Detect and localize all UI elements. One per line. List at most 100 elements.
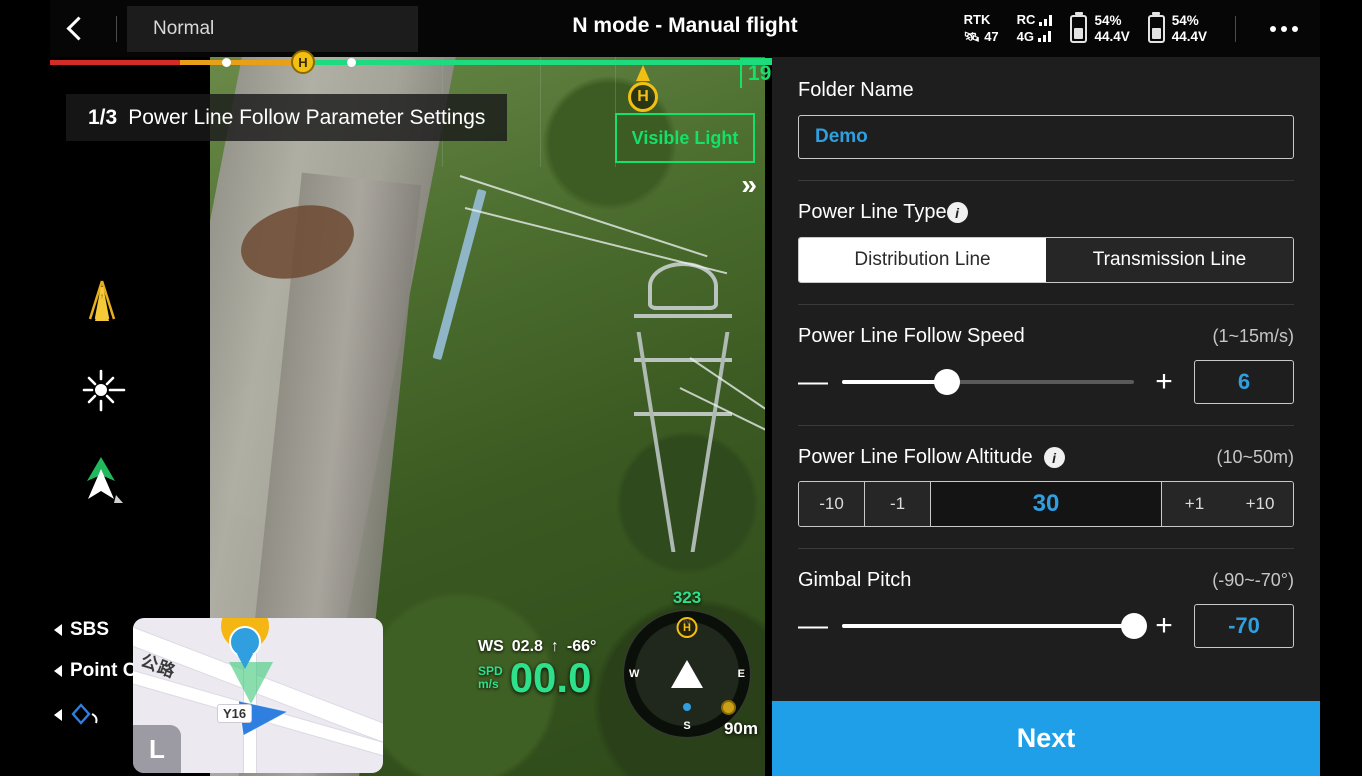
battery-icon	[1070, 14, 1088, 43]
follow-speed-slider[interactable]	[842, 369, 1134, 395]
altitude-plus-1-button[interactable]: +1	[1161, 482, 1227, 526]
segment-transmission-line[interactable]: Transmission Line	[1046, 238, 1293, 282]
battery-2-percent: 54%	[1171, 13, 1199, 29]
power-line-detection-icon[interactable]	[58, 255, 208, 345]
altitude-plus-10-button[interactable]: +10	[1227, 482, 1293, 526]
compass-rose[interactable]: N E S W H 90m	[623, 610, 758, 738]
signal-status[interactable]: RC 4G	[1017, 13, 1053, 43]
utility-pole	[432, 188, 487, 361]
wind-speed-label: WS	[478, 638, 504, 655]
compass-widget[interactable]: 323 N E S W H 90m	[623, 588, 758, 738]
home-point-progress-marker[interactable]: H	[291, 50, 315, 74]
compass-home-marker: H	[676, 617, 698, 638]
back-button[interactable]	[50, 0, 106, 57]
battery-1-voltage: 44.4V	[1094, 28, 1130, 44]
compass-east-label: E	[737, 668, 745, 680]
gimbal-pitch-decrease-button[interactable]: —	[798, 611, 828, 641]
slider-filled-track	[842, 380, 948, 384]
gimbal-pitch-increase-button[interactable]: +	[1150, 611, 1178, 641]
follow-speed-value[interactable]: 6	[1194, 360, 1294, 404]
map-layer-badge[interactable]: L	[133, 725, 181, 773]
progress-waypoint-dot[interactable]	[222, 58, 231, 67]
slider-thumb[interactable]	[1121, 613, 1147, 639]
camera-source-tag: Visible Light	[615, 113, 755, 163]
aircraft-heading-arrow	[671, 660, 703, 688]
satellite-count: 47	[984, 29, 999, 44]
next-button[interactable]: Next	[772, 701, 1320, 776]
section-divider	[798, 304, 1294, 305]
slider-filled-track	[842, 624, 1134, 628]
info-icon[interactable]: i	[1043, 447, 1065, 468]
rc-label: RC	[1016, 12, 1036, 28]
progress-waypoint-dot[interactable]	[347, 58, 356, 67]
follow-speed-range: (1~15m/s)	[1212, 326, 1294, 346]
gimbal-pitch-slider[interactable]	[842, 613, 1147, 639]
follow-speed-increase-button[interactable]: +	[1150, 367, 1178, 397]
more-options-icon[interactable]	[1264, 25, 1304, 32]
right-letterbox-rail	[1320, 0, 1362, 776]
follow-altitude-range: (10~50m)	[1216, 447, 1294, 467]
map-road-label: Y16	[217, 704, 253, 723]
drone-controller-screen: Visible Light H » 19:12 Normal N mode - …	[0, 0, 1362, 776]
speed-unit: m/s	[478, 676, 499, 691]
rtk-label: RTK	[963, 12, 991, 28]
compass-indicator-dot	[683, 703, 691, 711]
network-signal-bars-icon	[1038, 31, 1051, 43]
sbs-label: SBS	[70, 619, 110, 640]
battery-2-status[interactable]: 54% 44.4V	[1147, 13, 1207, 44]
follow-altitude-value[interactable]: 30	[931, 482, 1161, 526]
left-tool-strip	[58, 255, 208, 525]
gimbal-pitch-label: Gimbal Pitch	[798, 569, 912, 591]
slider-thumb[interactable]	[934, 369, 961, 395]
folder-name-value: Demo	[815, 126, 868, 147]
info-icon[interactable]: i	[946, 202, 968, 223]
flight-mode-selector[interactable]: Normal	[127, 5, 418, 52]
follow-speed-decrease-button[interactable]: —	[798, 367, 828, 397]
altitude-minus-10-button[interactable]: -10	[799, 482, 865, 526]
telemetry-overlay: WS 02.8 ↑ -66° SPD m/s 00.0	[478, 638, 596, 701]
wizard-step-banner: 1/3 Power Line Follow Parameter Settings	[66, 94, 508, 141]
gimbal-pitch-row: Gimbal Pitch (-90~-70°)	[798, 569, 1294, 592]
heading-value: 323	[672, 588, 702, 607]
follow-speed-row: Power Line Follow Speed (1~15m/s)	[798, 325, 1294, 348]
battery-2-voltage: 44.4V	[1171, 28, 1207, 44]
brightness-icon[interactable]	[58, 345, 208, 435]
speed-value: 00.0	[509, 654, 592, 701]
rtk-status[interactable]: RTK 🛰 47	[964, 13, 999, 43]
gimbal-pitch-control: — + -70	[798, 604, 1294, 648]
network-label: 4G	[1016, 29, 1034, 44]
battery-1-status[interactable]: 54% 44.4V	[1070, 13, 1130, 44]
section-divider	[798, 180, 1294, 181]
triangle-left-icon	[54, 708, 62, 721]
follow-speed-control: — + 6	[798, 360, 1294, 404]
follow-speed-label: Power Line Follow Speed	[798, 325, 1025, 347]
wizard-step-title: Power Line Follow Parameter Settings	[128, 105, 486, 129]
gimbal-pitch-range: (-90~-70°)	[1212, 570, 1294, 590]
home-distance-value: 90m	[723, 719, 758, 738]
gimbal-pitch-value[interactable]: -70	[1194, 604, 1294, 648]
battery-1-percent: 54%	[1094, 13, 1122, 29]
diamond-signal-icon	[71, 702, 98, 725]
compass-south-label: S	[683, 720, 691, 732]
left-letterbox-rail	[0, 0, 50, 776]
status-cluster: RTK 🛰 47 RC 4G 54% 44.4V 54% 44.4V	[964, 13, 1320, 44]
power-line-type-label: Power Line Type	[798, 201, 947, 223]
top-status-bar: Normal N mode - Manual flight RTK 🛰 47 R…	[50, 0, 1320, 57]
section-divider	[798, 548, 1294, 549]
topbar-divider	[116, 15, 117, 42]
parameter-settings-panel: Folder Name Demo Power Line Type i Distr…	[772, 57, 1320, 701]
mini-map[interactable]: 公路 Y16 L	[133, 618, 383, 773]
triangle-left-icon	[54, 665, 62, 678]
folder-name-input[interactable]: Demo	[798, 115, 1294, 159]
map-pilot-avatar	[229, 626, 261, 658]
follow-altitude-label: Power Line Follow Altitude	[798, 446, 1033, 468]
power-wire	[464, 207, 728, 275]
speed-label: SPD	[478, 664, 503, 679]
rc-signal-bars-icon	[1039, 14, 1053, 26]
chevron-left-icon	[65, 16, 91, 41]
segment-distribution-line[interactable]: Distribution Line	[799, 238, 1046, 282]
double-chevron-right-icon[interactable]: »	[741, 169, 756, 201]
navigation-arrow-icon[interactable]	[58, 435, 208, 525]
altitude-minus-1-button[interactable]: -1	[865, 482, 931, 526]
progress-segment-red	[50, 60, 180, 65]
